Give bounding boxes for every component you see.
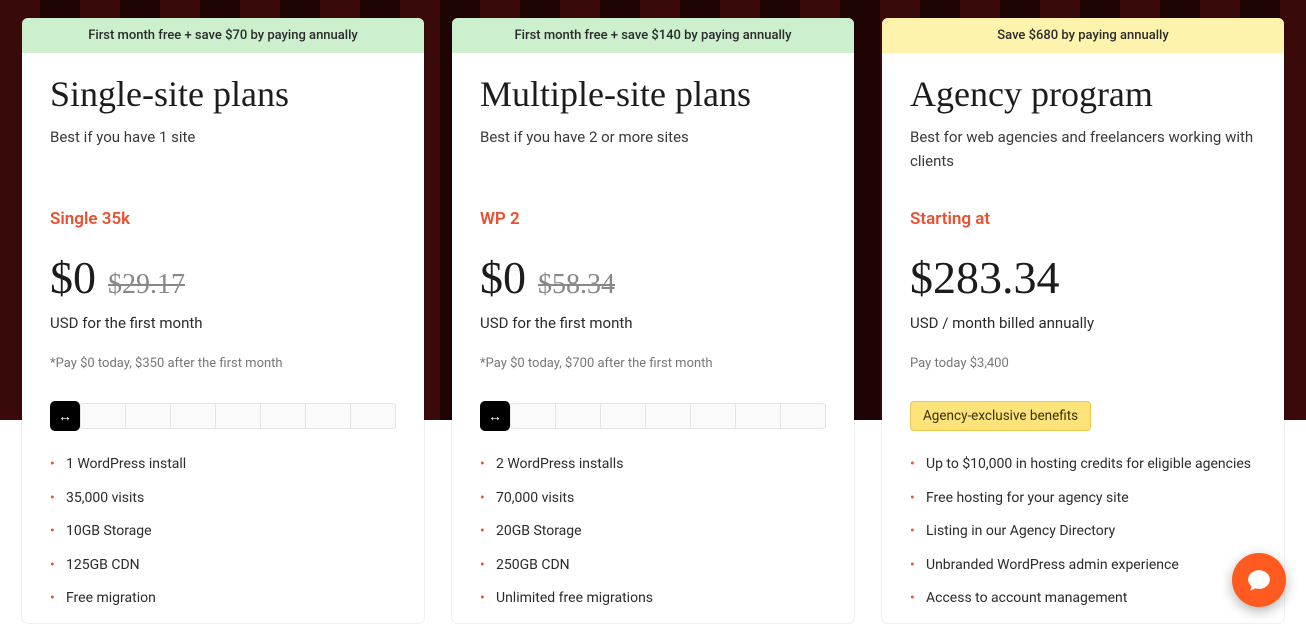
slider-track[interactable]	[80, 403, 396, 429]
feature-item: Unbranded WordPress admin experience	[910, 556, 1256, 576]
pricing-card-2: Save $680 by paying annuallyAgency progr…	[882, 18, 1284, 623]
slider-tick	[511, 404, 556, 428]
price: $283.34	[910, 251, 1060, 304]
slider-handle[interactable]: ↔	[480, 401, 510, 431]
slider-handle[interactable]: ↔	[50, 401, 80, 431]
slider-tick	[216, 404, 261, 428]
slider-tick	[171, 404, 216, 428]
feature-item: 125GB CDN	[50, 556, 396, 576]
feature-item: 250GB CDN	[480, 556, 826, 576]
plan-title: Single-site plans	[50, 73, 396, 115]
plan-tier: Single 35k	[50, 209, 396, 229]
slider-tick	[601, 404, 646, 428]
fine-print: *Pay $0 today, $700 after the first mont…	[480, 356, 826, 371]
feature-item: 10GB Storage	[50, 522, 396, 542]
drag-icon: ↔	[488, 408, 502, 425]
feature-item: Free migration	[50, 589, 396, 609]
plan-title: Agency program	[910, 73, 1256, 115]
feature-item: 20GB Storage	[480, 522, 826, 542]
slider-tick	[781, 404, 825, 428]
promo-banner: First month free + save $140 by paying a…	[452, 18, 854, 53]
feature-item: 35,000 visits	[50, 489, 396, 509]
fine-print: *Pay $0 today, $350 after the first mont…	[50, 356, 396, 371]
feature-item: Up to $10,000 in hosting credits for eli…	[910, 455, 1256, 475]
agency-benefits-badge: Agency-exclusive benefits	[910, 401, 1091, 431]
old-price: $58.34	[538, 269, 615, 301]
plan-title: Multiple-site plans	[480, 73, 826, 115]
slider-tick	[261, 404, 306, 428]
tier-slider[interactable]: ↔	[480, 401, 826, 431]
slider-tick	[306, 404, 351, 428]
plan-tier: Starting at	[910, 209, 1256, 229]
price-caption: USD / month billed annually	[910, 314, 1256, 332]
plan-tier: WP 2	[480, 209, 826, 229]
plan-subtitle: Best for web agencies and freelancers wo…	[910, 125, 1256, 175]
feature-list: 1 WordPress install 35,000 visits 10GB Sto…	[50, 455, 396, 609]
price-row: $0 $58.34	[480, 251, 826, 304]
price-row: $283.34	[910, 251, 1256, 304]
feature-item: Access to account management	[910, 589, 1256, 609]
slider-tick	[646, 404, 691, 428]
tier-slider[interactable]: ↔	[50, 401, 396, 431]
promo-banner: Save $680 by paying annually	[882, 18, 1284, 53]
price-row: $0 $29.17	[50, 251, 396, 304]
plan-subtitle: Best if you have 2 or more sites	[480, 125, 826, 175]
slider-tick	[81, 404, 126, 428]
chat-icon	[1246, 567, 1272, 593]
drag-icon: ↔	[58, 408, 72, 425]
price: $0	[50, 251, 96, 304]
feature-item: Unlimited free migrations	[480, 589, 826, 609]
slider-tick	[691, 404, 736, 428]
feature-item: 1 WordPress install	[50, 455, 396, 475]
pricing-cards: First month free + save $70 by paying an…	[22, 18, 1284, 623]
chat-button[interactable]	[1232, 553, 1286, 607]
plan-subtitle: Best if you have 1 site	[50, 125, 396, 175]
slider-tick	[556, 404, 601, 428]
slider-tick	[736, 404, 781, 428]
price-caption: USD for the first month	[480, 314, 826, 332]
card-body: Single-site plans Best if you have 1 site…	[22, 53, 424, 623]
promo-banner: First month free + save $70 by paying an…	[22, 18, 424, 53]
price-caption: USD for the first month	[50, 314, 396, 332]
pricing-card-0: First month free + save $70 by paying an…	[22, 18, 424, 623]
card-body: Agency program Best for web agencies and …	[882, 53, 1284, 623]
slider-track[interactable]	[510, 403, 826, 429]
pricing-card-1: First month free + save $140 by paying a…	[452, 18, 854, 623]
slider-tick	[351, 404, 395, 428]
feature-item: Listing in our Agency Directory	[910, 522, 1256, 542]
price: $0	[480, 251, 526, 304]
card-body: Multiple-site plans Best if you have 2 or…	[452, 53, 854, 623]
slider-tick	[126, 404, 171, 428]
old-price: $29.17	[108, 269, 185, 301]
feature-item: 70,000 visits	[480, 489, 826, 509]
feature-list: 2 WordPress installs 70,000 visits 20GB St…	[480, 455, 826, 609]
feature-item: Free hosting for your agency site	[910, 489, 1256, 509]
feature-item: 2 WordPress installs	[480, 455, 826, 475]
fine-print: Pay today $3,400	[910, 356, 1256, 371]
feature-list: Up to $10,000 in hosting credits for eli…	[910, 455, 1256, 609]
